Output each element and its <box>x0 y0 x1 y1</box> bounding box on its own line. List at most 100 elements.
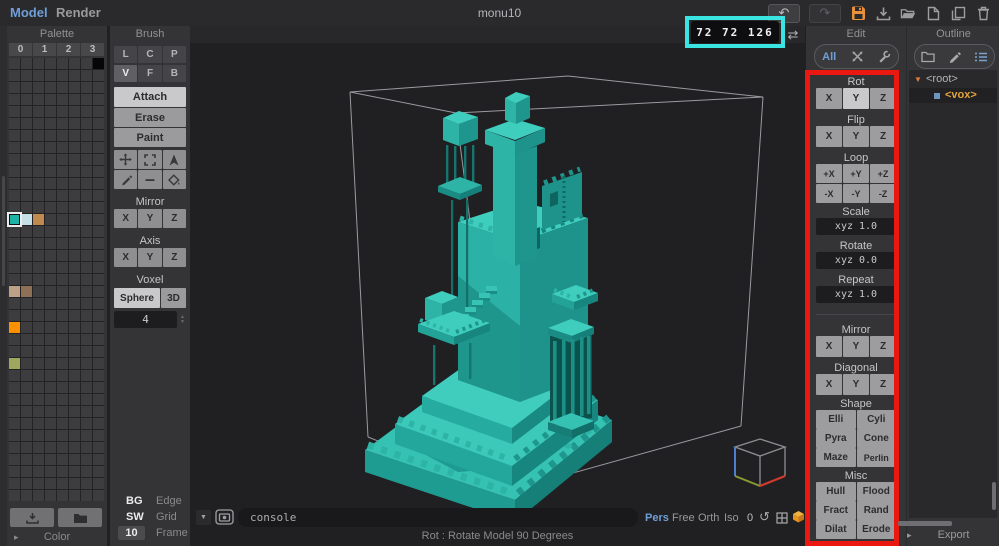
palette-cell[interactable] <box>81 178 92 189</box>
palette-cell[interactable] <box>7 212 22 227</box>
palette-cell[interactable] <box>81 70 92 81</box>
palette-cell[interactable] <box>69 142 80 153</box>
rotate-input[interactable]: xyz 0.0 <box>816 252 896 269</box>
outline-folder-icon[interactable] <box>921 51 935 63</box>
outline-vscroll-thumb[interactable] <box>992 482 996 510</box>
palette-cell[interactable] <box>57 370 68 381</box>
repeat-input[interactable]: xyz 1.0 <box>816 286 896 303</box>
brush-mirror-z[interactable]: Z <box>162 209 186 228</box>
palette-cell[interactable] <box>93 118 104 129</box>
palette-cell[interactable] <box>69 322 80 333</box>
palette-cell[interactable] <box>57 238 68 249</box>
palette-cell[interactable] <box>81 322 92 333</box>
palette-cell[interactable] <box>69 406 80 417</box>
redo-icon[interactable]: ↷ <box>809 3 841 23</box>
view-mode-free[interactable]: Free <box>672 512 695 524</box>
rot-x-button[interactable]: X <box>816 88 842 109</box>
palette-cell[interactable] <box>33 106 44 117</box>
palette-cell[interactable] <box>33 286 44 297</box>
misc-rand-button[interactable]: Rand <box>856 501 896 520</box>
palette-cell[interactable] <box>45 310 56 321</box>
wrench-icon[interactable] <box>878 50 891 63</box>
palette-cell[interactable] <box>81 142 92 153</box>
shape-pyra-button[interactable]: Pyra <box>816 429 856 448</box>
palette-cell[interactable] <box>45 82 56 93</box>
edit-mirror-y-button[interactable]: Y <box>843 336 869 357</box>
palette-cell[interactable] <box>81 202 92 213</box>
palette-cell[interactable] <box>45 454 56 465</box>
loop-minus-x-button[interactable]: -X <box>816 184 842 203</box>
palette-cell[interactable] <box>57 178 68 189</box>
palette-cell[interactable] <box>9 226 20 237</box>
export-section[interactable]: ▸ Export <box>907 526 999 546</box>
palette-cell[interactable] <box>33 334 44 345</box>
copy-icon[interactable] <box>950 5 966 21</box>
palette-cell[interactable] <box>57 346 68 357</box>
palette-cell[interactable] <box>69 190 80 201</box>
palette-cell[interactable] <box>33 118 44 129</box>
palette-cell[interactable] <box>69 226 80 237</box>
palette-cell[interactable] <box>57 466 68 477</box>
palette-cell[interactable] <box>69 118 80 129</box>
palette-cell[interactable] <box>21 358 32 369</box>
palette-cell[interactable] <box>93 226 104 237</box>
model-size-indicator[interactable]: 72 72 126 <box>691 21 779 43</box>
palette-cell[interactable] <box>21 466 32 477</box>
palette-cell[interactable] <box>45 190 56 201</box>
palette-cell[interactable] <box>21 478 32 489</box>
palette-cell[interactable] <box>45 418 56 429</box>
palette-cell[interactable] <box>69 286 80 297</box>
pencil-tool-icon[interactable] <box>114 170 138 189</box>
palette-cell[interactable] <box>69 430 80 441</box>
palette-cell[interactable] <box>81 190 92 201</box>
voxel-3d-button[interactable]: 3D <box>161 288 186 308</box>
palette-cell[interactable] <box>33 454 44 465</box>
palette-cell[interactable] <box>57 262 68 273</box>
palette-cell[interactable] <box>69 466 80 477</box>
palette-cell[interactable] <box>81 118 92 129</box>
palette-cell[interactable] <box>45 478 56 489</box>
palette-cell[interactable] <box>21 286 32 297</box>
move-tool-icon[interactable] <box>114 150 138 169</box>
palette-cell[interactable] <box>9 118 20 129</box>
outline-pencil-icon[interactable] <box>948 50 961 63</box>
edge-label[interactable]: Edge <box>156 495 182 507</box>
palette-cell[interactable] <box>45 178 56 189</box>
palette-index-strip[interactable] <box>0 26 7 546</box>
palette-cell[interactable] <box>45 250 56 261</box>
brush-mode-l[interactable]: L <box>114 46 138 63</box>
palette-tab-3[interactable]: 3 <box>81 43 104 56</box>
palette-cell[interactable] <box>93 442 104 453</box>
orientation-cube[interactable] <box>726 434 792 490</box>
palette-cell[interactable] <box>9 190 20 201</box>
palette-cell[interactable] <box>21 250 32 261</box>
palette-cell[interactable] <box>69 454 80 465</box>
shape-perlin-button[interactable]: Perlin <box>856 448 896 467</box>
palette-cell[interactable] <box>93 298 104 309</box>
palette-cell[interactable] <box>69 358 80 369</box>
palette-cell[interactable] <box>33 70 44 81</box>
viewport-canvas[interactable] <box>190 26 805 546</box>
palette-cell[interactable] <box>33 490 44 501</box>
tree-node-root[interactable]: ▼ <root> <box>909 72 997 87</box>
palette-cell[interactable] <box>57 118 68 129</box>
palette-cell[interactable] <box>81 418 92 429</box>
palette-cell[interactable] <box>9 334 20 345</box>
palette-cell[interactable] <box>21 394 32 405</box>
palette-cell[interactable] <box>33 298 44 309</box>
palette-cell[interactable] <box>33 202 44 213</box>
palette-cell[interactable] <box>93 238 104 249</box>
palette-cell[interactable] <box>21 178 32 189</box>
palette-cell[interactable] <box>69 298 80 309</box>
palette-cell[interactable] <box>33 226 44 237</box>
palette-cell[interactable] <box>81 58 92 69</box>
palette-cell[interactable] <box>33 82 44 93</box>
palette-cell[interactable] <box>9 286 20 297</box>
grid-label[interactable]: Grid <box>156 511 177 523</box>
palette-cell[interactable] <box>9 358 20 369</box>
loop-minus-y-button[interactable]: -Y <box>843 184 869 203</box>
palette-cell[interactable] <box>69 490 80 501</box>
palette-cell[interactable] <box>69 238 80 249</box>
fill-bucket-icon[interactable] <box>162 170 186 189</box>
palette-cell[interactable] <box>45 166 56 177</box>
